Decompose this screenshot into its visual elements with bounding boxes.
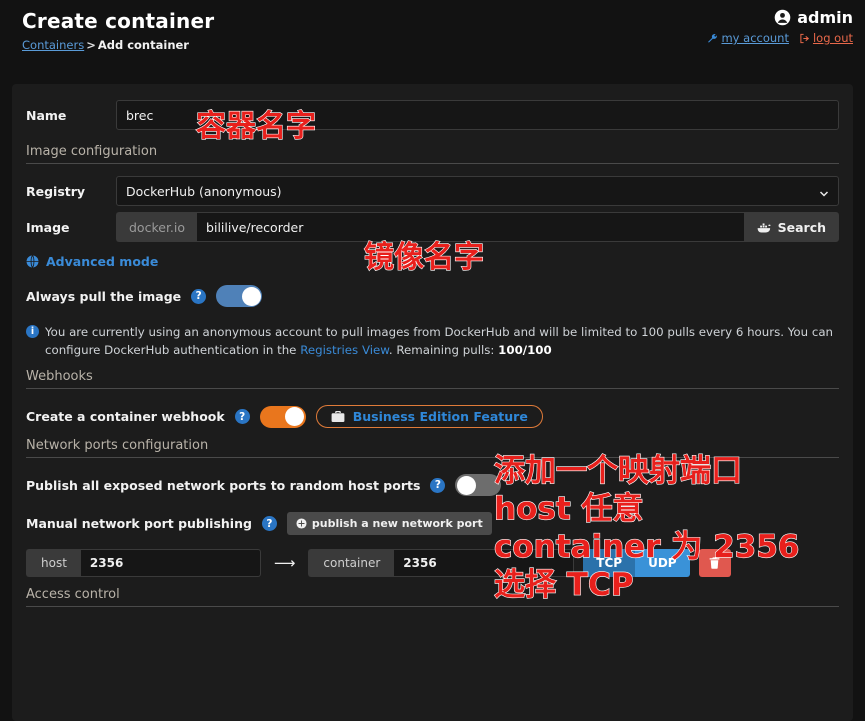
delete-port-button[interactable] — [698, 549, 731, 577]
manual-publishing-label: Manual network port publishing — [26, 516, 252, 531]
globe-icon — [26, 255, 39, 268]
page-header: Create container Containers > Add containe… — [0, 0, 865, 66]
business-edition-label: Business Edition Feature — [352, 409, 528, 424]
question-mark-icon[interactable]: ? — [430, 477, 446, 493]
publish-all-label: Publish all exposed network ports to ran… — [26, 477, 421, 493]
wrench-icon — [707, 33, 718, 44]
access-control-section-title: Access control — [26, 587, 839, 607]
question-mark-icon[interactable]: ? — [261, 516, 277, 531]
registry-label: Registry — [26, 183, 86, 199]
container-webhook-toggle[interactable] — [259, 405, 306, 428]
registries-view-link[interactable]: Registries View — [300, 343, 389, 357]
image-label: Image — [26, 219, 70, 235]
logout-link[interactable]: log out — [799, 31, 853, 45]
container-webhook-label: Create a container webhook — [26, 409, 225, 424]
briefcase-icon — [331, 410, 345, 423]
remaining-pulls-value: 100/100 — [498, 343, 552, 357]
network-ports-section-title: Network ports configuration — [26, 438, 839, 458]
host-port-input[interactable] — [80, 549, 261, 577]
business-edition-feature-pill[interactable]: Business Edition Feature — [315, 405, 543, 428]
search-button[interactable]: Search — [743, 212, 839, 242]
breadcrumb-separator: > — [86, 38, 96, 52]
publish-all-row: Publish all exposed network ports to ran… — [26, 474, 839, 496]
protocol-tcp-button[interactable]: TCP — [583, 549, 636, 577]
webhooks-section-title: Webhooks — [26, 369, 839, 389]
host-port-label: host — [26, 549, 81, 577]
docker-whale-icon — [757, 221, 772, 234]
search-button-label: Search — [777, 219, 826, 235]
manual-publishing-row: Manual network port publishing ? publish… — [26, 512, 839, 535]
username-label: admin — [797, 8, 853, 27]
publish-all-toggle[interactable] — [455, 474, 502, 496]
image-registry-prefix: docker.io — [116, 212, 198, 242]
breadcrumb-current: Add container — [97, 38, 189, 52]
publish-button-label: publish a new network port — [311, 517, 483, 530]
protocol-udp-button[interactable]: UDP — [635, 549, 690, 577]
breadcrumb-containers-link[interactable]: Containers — [22, 38, 84, 52]
port-mapping-row: host ⟶ container TCP UDP — [26, 549, 839, 577]
user-row: admin — [707, 8, 853, 27]
create-container-form-card: Name Image configuration Registry Docker… — [12, 84, 853, 721]
registry-row: Registry DockerHub (anonymous) — [26, 176, 839, 206]
user-circle-icon — [774, 9, 791, 26]
host-port-group: host — [26, 549, 261, 577]
container-port-label: container — [308, 549, 395, 577]
image-configuration-section-title: Image configuration — [26, 144, 839, 164]
container-port-input[interactable] — [394, 549, 575, 577]
my-account-label: my account — [721, 31, 789, 45]
registry-select-wrapper: DockerHub (anonymous) — [116, 176, 839, 206]
name-label: Name — [26, 107, 67, 123]
arrow-right-icon: ⟶ — [273, 554, 296, 572]
question-mark-icon[interactable]: ? — [234, 409, 250, 424]
logout-label: log out — [812, 31, 853, 45]
logout-icon — [799, 33, 810, 44]
name-row: Name — [26, 100, 839, 130]
always-pull-toggle[interactable] — [216, 285, 263, 307]
image-input[interactable] — [197, 212, 744, 242]
dockerhub-anonymous-notice: i You are currently using an anonymous a… — [26, 323, 839, 359]
user-links: my account log out — [707, 31, 853, 45]
toggle-knob — [456, 475, 476, 495]
notice-text-part2: . Remaining pulls: — [388, 343, 499, 357]
toggle-knob — [241, 286, 261, 306]
plus-circle-icon — [296, 518, 307, 529]
toggle-knob — [285, 407, 305, 426]
user-area: admin my account log out — [707, 8, 853, 45]
create-container-page: Create container Containers > Add containe… — [0, 0, 865, 721]
publish-new-network-port-button[interactable]: publish a new network port — [286, 512, 492, 535]
image-row: Image docker.io Search — [26, 212, 839, 242]
protocol-selector: TCP UDP — [583, 549, 690, 577]
question-mark-icon[interactable]: ? — [191, 288, 207, 304]
advanced-mode-label: Advanced mode — [46, 254, 159, 269]
info-icon: i — [26, 325, 39, 338]
advanced-mode-link[interactable]: Advanced mode — [26, 254, 839, 269]
image-input-group: docker.io Search — [116, 212, 839, 242]
always-pull-label: Always pull the image — [26, 288, 182, 304]
trash-icon — [708, 556, 721, 570]
container-webhook-row: Create a container webhook ? Business Ed… — [26, 405, 839, 428]
container-port-group: container — [308, 549, 575, 577]
notice-text: You are currently using an anonymous acc… — [45, 323, 839, 359]
registry-select[interactable]: DockerHub (anonymous) — [116, 176, 839, 206]
name-input[interactable] — [116, 100, 839, 130]
my-account-link[interactable]: my account — [707, 31, 789, 45]
always-pull-row: Always pull the image ? — [26, 285, 839, 307]
